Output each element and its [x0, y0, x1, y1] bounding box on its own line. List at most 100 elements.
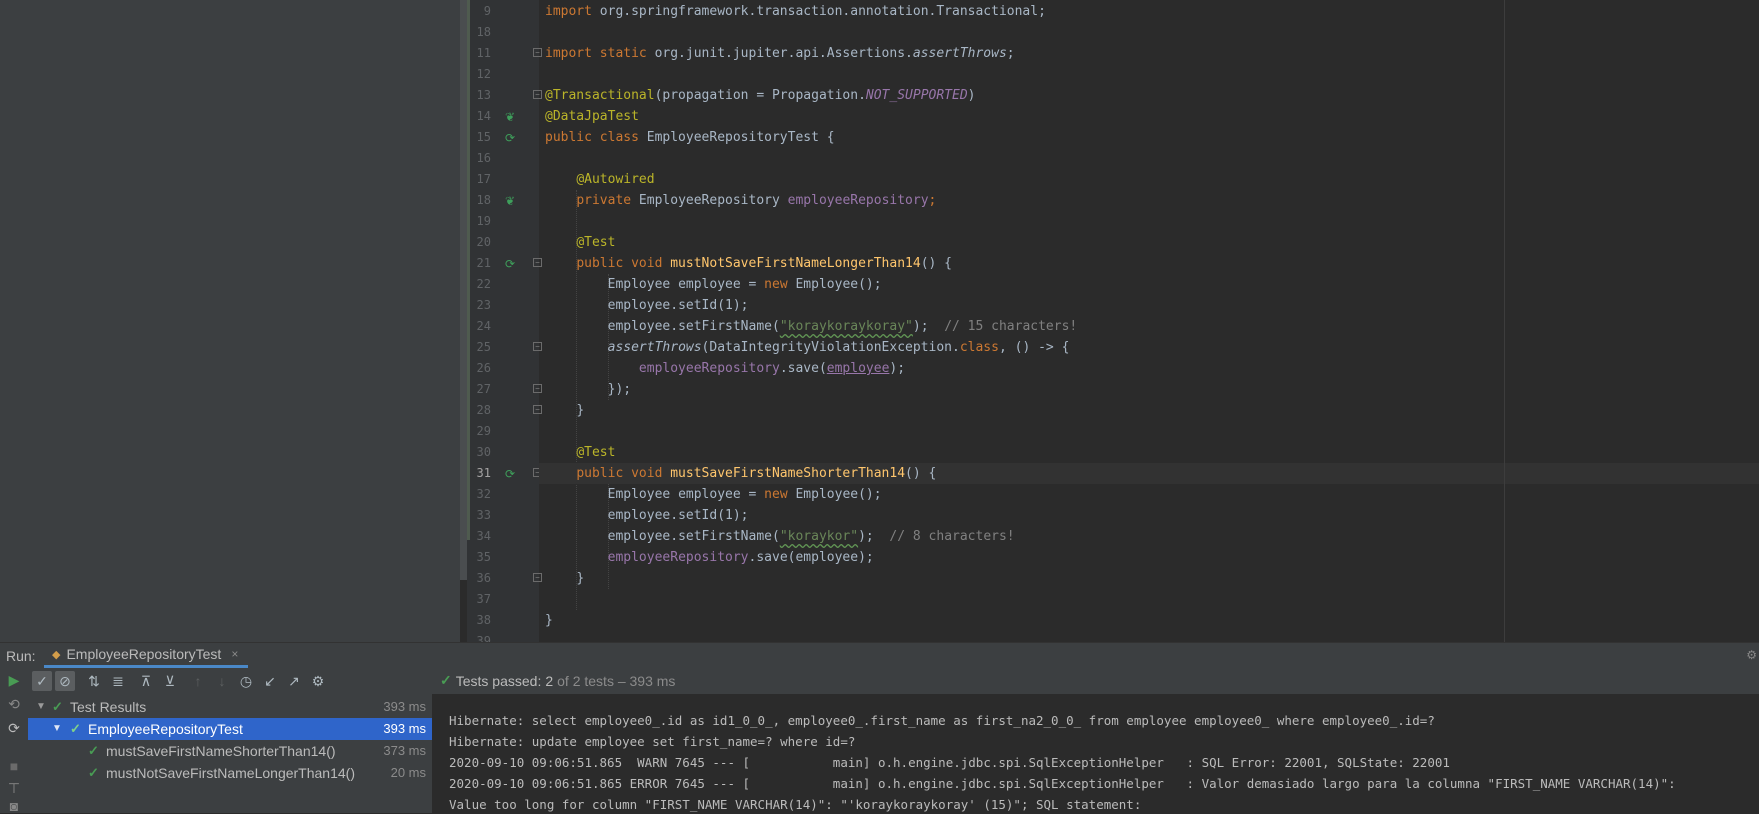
tree-row-test[interactable]: ✓ mustNotSaveFirstNameLongerThan14() 20 … — [28, 762, 432, 784]
line-number: 33 — [476, 508, 491, 522]
spring-bean-icon[interactable]: ❦ — [503, 194, 517, 208]
code-line: employeeRepository.save(employee); — [539, 358, 1759, 379]
line-number: 12 — [476, 67, 491, 81]
project-panel — [0, 0, 460, 642]
token-text: ); — [912, 319, 945, 334]
line-number-current: 31 — [476, 466, 491, 480]
token-text: Employee(); — [787, 487, 882, 502]
token-method: mustNotSaveFirstNameLongerThan14 — [670, 256, 921, 271]
line-number: 28 — [476, 403, 491, 417]
token-annotation: @Test — [576, 445, 616, 460]
token-text: EmployeeRepository — [631, 193, 788, 208]
show-ignored-icon[interactable]: ⊘ — [55, 671, 75, 691]
code-line: Employee employee = new Employee(); — [539, 484, 1759, 505]
code-line: employee.setFirstName("koraykor"); // 8 … — [539, 526, 1759, 547]
run-test-icon[interactable]: ⟳ — [503, 467, 517, 481]
previous-failed-icon[interactable]: ↑ — [188, 671, 208, 691]
pin-icon[interactable]: ⊤ — [6, 780, 22, 796]
token-text: ; — [928, 193, 937, 208]
run-test-icon[interactable]: ⟳ — [503, 257, 517, 271]
export-tests-icon[interactable]: ↗ — [284, 671, 304, 691]
token-string: "koraykor" — [779, 529, 859, 544]
token-text: org.junit.jupiter.api.Assertions. — [646, 46, 913, 61]
sort-alphabetically-icon[interactable]: ⇅ — [84, 671, 104, 691]
collapse-all-icon[interactable]: ⊻ — [160, 671, 180, 691]
code-line: import static org.junit.jupiter.api.Asse… — [539, 43, 1759, 64]
code-line: @Test — [539, 232, 1759, 253]
token-keyword: new — [764, 487, 788, 502]
run-test-icon[interactable]: ⟳ — [503, 131, 517, 145]
rerun-failed-icon[interactable]: ⟲ — [6, 696, 22, 712]
check-icon: ✓ — [88, 743, 99, 758]
chevron-down-icon[interactable]: ▼ — [52, 718, 62, 740]
rerun-icon[interactable]: ▶ — [6, 672, 22, 688]
token-text: ); — [858, 529, 890, 544]
token-method: assertThrows — [607, 340, 702, 355]
stop-icon[interactable]: ■ — [6, 758, 22, 774]
settings-icon[interactable]: ⚙ — [1746, 648, 1757, 662]
token-text: Employee employee = — [607, 487, 765, 502]
project-scrollbar[interactable] — [460, 0, 467, 580]
token-text: () { — [905, 466, 937, 481]
check-icon: ✓ — [88, 765, 99, 780]
token-text: employee.setId(1); — [607, 298, 749, 313]
console-line: Hibernate: update employee set first_nam… — [449, 734, 856, 749]
token-keyword: import static — [545, 46, 647, 61]
camera-icon[interactable]: ◙ — [6, 798, 22, 814]
line-number: 38 — [476, 613, 491, 627]
tree-row-test[interactable]: ✓ mustSaveFirstNameShorterThan14() 373 m… — [28, 740, 432, 762]
token-text: .save(employee); — [748, 550, 874, 565]
show-passed-check-icon[interactable]: ✓ — [32, 671, 52, 691]
tree-row-time: 20 ms — [390, 765, 426, 780]
tree-row-class[interactable]: ▼ ✓ EmployeeRepositoryTest 393 ms — [28, 718, 432, 740]
check-icon: ✓ — [52, 699, 63, 714]
check-icon: ✓ — [70, 721, 81, 736]
code-line: @Test — [539, 442, 1759, 463]
history-icon[interactable]: ◷ — [236, 671, 256, 691]
line-number: 24 — [476, 319, 491, 333]
token-method: assertThrows — [912, 46, 1007, 61]
console-output[interactable]: Hibernate: select employee0_.id as id1_0… — [435, 694, 1759, 813]
token-text: employee.setFirstName( — [607, 319, 780, 334]
chevron-down-icon[interactable]: ▼ — [36, 696, 46, 718]
token-keyword: class — [959, 340, 999, 355]
line-number: 18 — [476, 193, 491, 207]
token-keyword: private — [576, 193, 632, 208]
toggle-auto-test-icon[interactable]: ⟳ — [6, 720, 22, 736]
import-tests-icon[interactable]: ↙ — [260, 671, 280, 691]
sort-by-duration-icon[interactable]: ≣ — [108, 671, 128, 691]
token-keyword: import — [545, 4, 592, 19]
close-icon[interactable]: × — [231, 647, 238, 661]
token-comment: // 8 characters! — [889, 529, 1015, 544]
token-text: EmployeeRepositoryTest { — [638, 130, 835, 145]
code-line: @Transactional(propagation = Propagation… — [539, 85, 1759, 106]
run-tab[interactable]: ◆ EmployeeRepositoryTest × — [44, 643, 249, 668]
token-text: (propagation = Propagation. — [654, 88, 866, 103]
token-text: }); — [607, 382, 632, 397]
status-suffix: of 2 tests – 393 ms — [557, 672, 676, 689]
token-constant: NOT_SUPPORTED — [865, 88, 968, 103]
run-label: Run: — [6, 648, 36, 664]
token-text: } — [576, 403, 585, 418]
code-line: employee.setId(1); — [539, 295, 1759, 316]
test-status: ✓ Tests passed: 2 of 2 tests – 393 ms — [440, 672, 675, 689]
vcs-change-marker — [467, 0, 470, 540]
token-keyword: public void — [576, 466, 663, 481]
token-text: (DataIntegrityViolationException. — [701, 340, 960, 355]
token-comment: // 15 characters! — [944, 319, 1078, 334]
code-editor[interactable]: import org.springframework.transaction.a… — [539, 0, 1759, 642]
gear-icon[interactable]: ⚙ — [308, 671, 328, 691]
code-line: private EmployeeRepository employeeRepos… — [539, 190, 1759, 211]
token-keyword: public void — [576, 256, 663, 271]
token-annotation: @Transactional — [545, 88, 655, 103]
code-line: @Autowired — [539, 169, 1759, 190]
tree-row-label: mustNotSaveFirstNameLongerThan14() — [106, 765, 355, 781]
tree-row-time: 393 ms — [383, 721, 426, 736]
tree-row-test-results[interactable]: ▼ ✓ Test Results 393 ms — [28, 696, 432, 718]
line-number: 20 — [476, 235, 491, 249]
expand-all-icon[interactable]: ⊼ — [136, 671, 156, 691]
spring-bean-icon[interactable]: ❦ — [503, 110, 517, 124]
right-margin-guide — [1504, 0, 1505, 642]
token-text: employee.setFirstName( — [607, 529, 780, 544]
next-failed-icon[interactable]: ↓ — [212, 671, 232, 691]
